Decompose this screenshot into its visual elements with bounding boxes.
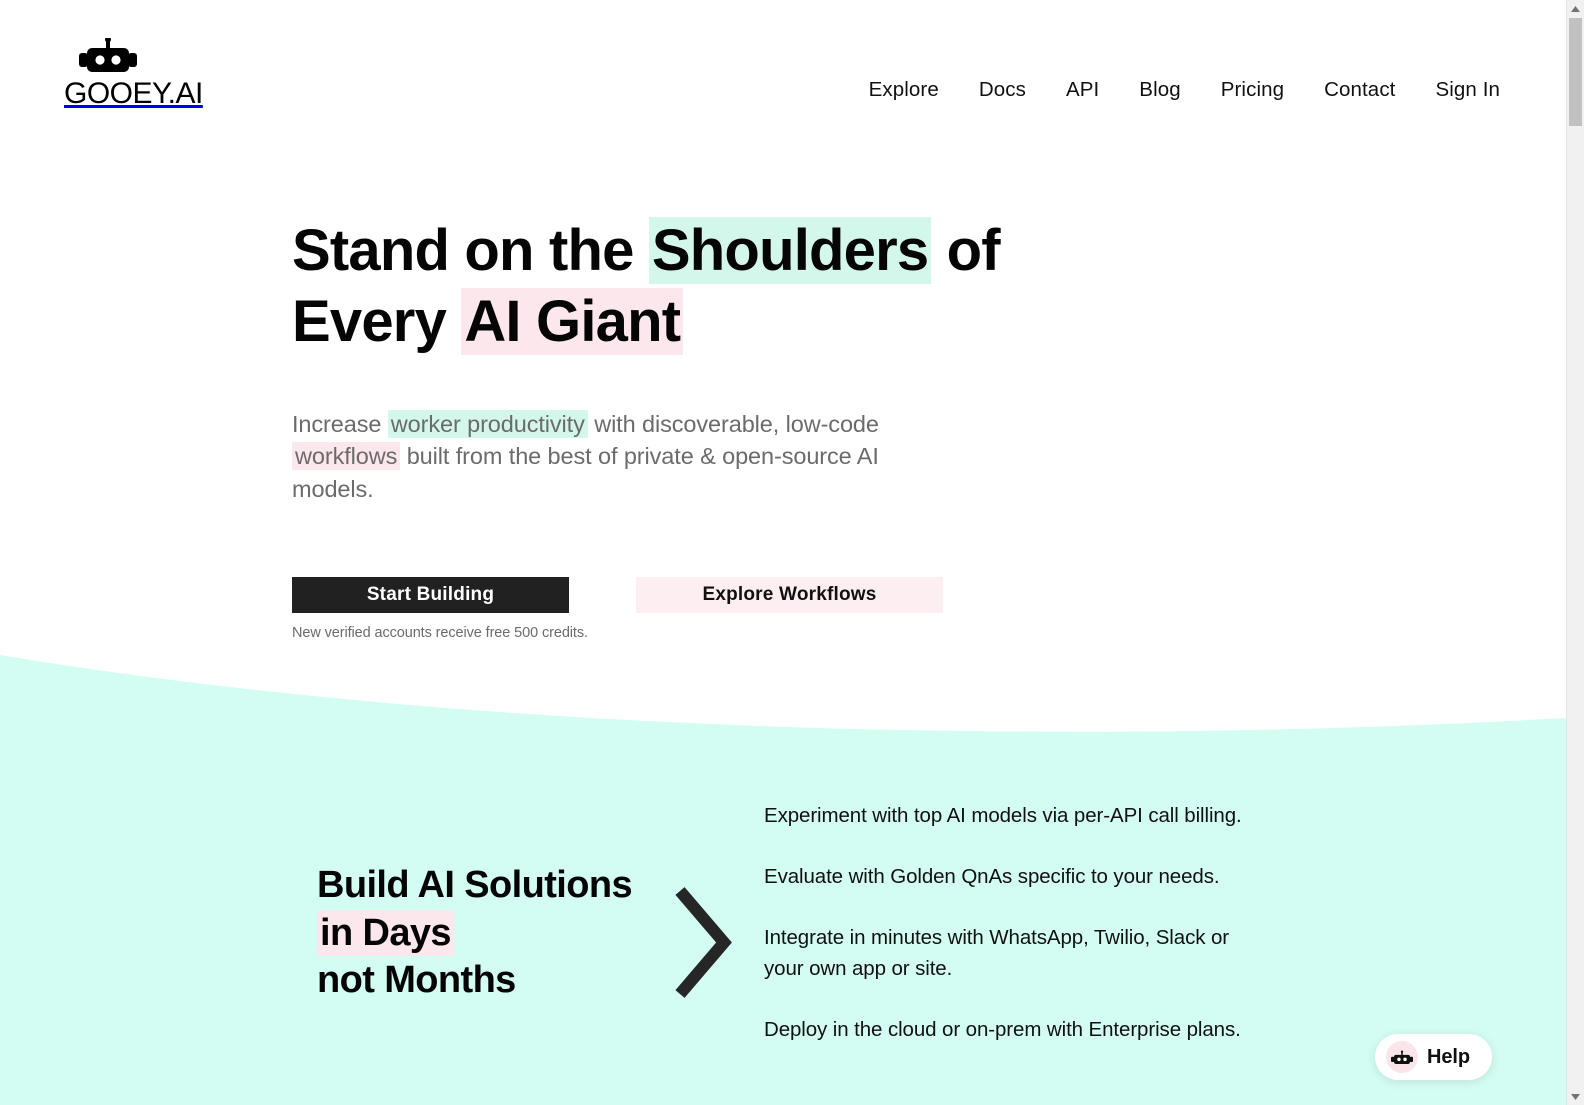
- feature-bullet-2: Evaluate with Golden QnAs specific to yo…: [764, 864, 1220, 888]
- main-nav: Explore Docs API Blog Pricing Contact Si…: [849, 78, 1500, 102]
- features-heading: Build AI Solutions in Days not Months: [317, 862, 657, 1005]
- page-root: GOOEY.AI Explore Docs API Blog Pricing C…: [0, 0, 1584, 1105]
- nav-item-explore[interactable]: Explore: [849, 78, 959, 102]
- features-heading-line2: in Days: [317, 909, 657, 958]
- nav-item-sign-in[interactable]: Sign In: [1415, 78, 1500, 102]
- hero-cta-row: Start Building Explore Workflows: [292, 577, 992, 613]
- help-widget-label: Help: [1427, 1045, 1470, 1068]
- hero-title-highlight-shoulders: Shoulders: [648, 217, 932, 284]
- cta-note: New verified accounts receive free 500 c…: [292, 625, 588, 641]
- start-building-button[interactable]: Start Building: [292, 577, 569, 613]
- nav-item-contact[interactable]: Contact: [1304, 78, 1415, 102]
- hero-subtitle: Increase worker productivity with discov…: [292, 408, 892, 505]
- hero-section: Stand on the Shoulders of Every AI Giant…: [292, 216, 1232, 641]
- help-widget-button[interactable]: Help: [1375, 1034, 1492, 1080]
- hero-title-highlight-ai-giant: AI Giant: [461, 287, 684, 355]
- site-header: GOOEY.AI Explore Docs API Blog Pricing C…: [0, 0, 1566, 160]
- nav-item-docs[interactable]: Docs: [959, 78, 1046, 102]
- hero-title-line1-suffix: of: [931, 218, 1001, 283]
- hero-subtitle-part2: with discoverable, low-code: [587, 411, 879, 437]
- chevron-right-icon: [672, 885, 732, 1005]
- features-content: Build AI Solutions in Days not Months Ex…: [0, 640, 1566, 1105]
- features-bullet-list: Experiment with top AI models via per-AP…: [764, 800, 1264, 1046]
- page-viewport: GOOEY.AI Explore Docs API Blog Pricing C…: [0, 0, 1566, 1105]
- site-logo[interactable]: GOOEY.AI: [64, 36, 244, 110]
- features-heading-line3: not Months: [317, 959, 516, 1001]
- nav-item-api[interactable]: API: [1046, 78, 1119, 102]
- feature-bullet-1: Experiment with top AI models via per-AP…: [764, 804, 1242, 827]
- hero-title: Stand on the Shoulders of Every AI Giant: [292, 216, 1232, 358]
- page-scrollbar[interactable]: [1566, 0, 1584, 1105]
- hero-subtitle-part1: Increase: [292, 411, 388, 437]
- features-heading-line1: Build AI Solutions: [317, 864, 633, 906]
- feature-bullet-4: Deploy in the cloud or on-prem with Ente…: [764, 1018, 1241, 1042]
- nav-item-pricing[interactable]: Pricing: [1201, 78, 1304, 102]
- feature-bullet-3: Integrate in minutes with WhatsApp, Twil…: [764, 925, 1229, 981]
- nav-item-blog[interactable]: Blog: [1119, 78, 1200, 102]
- hero-title-line2-prefix: Every: [292, 288, 462, 354]
- scrollbar-thumb[interactable]: [1569, 18, 1582, 126]
- scrollbar-down-arrow-icon[interactable]: [1567, 1088, 1584, 1105]
- hero-subtitle-highlight-productivity: worker productivity: [387, 410, 588, 438]
- robot-head-icon: [79, 36, 244, 77]
- explore-workflows-button[interactable]: Explore Workflows: [636, 577, 943, 613]
- robot-head-icon: [1386, 1041, 1419, 1073]
- scrollbar-up-arrow-icon[interactable]: [1567, 0, 1584, 17]
- features-section: Build AI Solutions in Days not Months Ex…: [0, 640, 1566, 1105]
- hero-subtitle-highlight-workflows: workflows: [292, 442, 401, 471]
- hero-title-line1-prefix: Stand on the: [292, 218, 649, 283]
- features-heading-highlight-in-days: in Days: [317, 909, 454, 956]
- logo-text: GOOEY.AI: [64, 77, 203, 110]
